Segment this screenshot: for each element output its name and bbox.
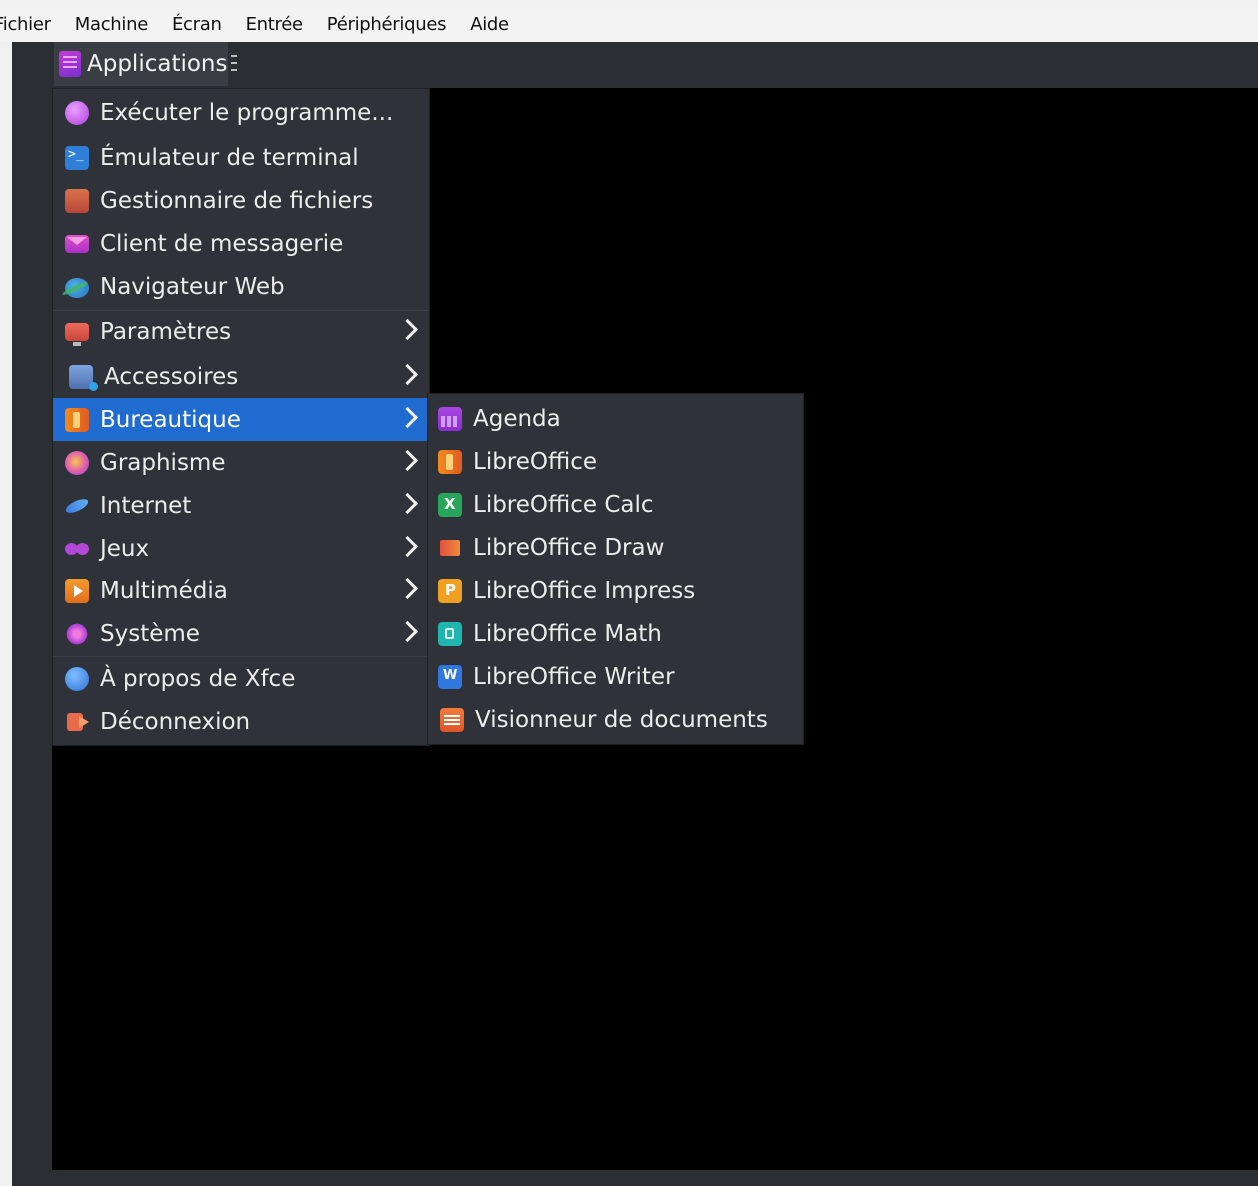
terminal-icon: [65, 145, 89, 170]
menu-item-terminal[interactable]: Émulateur de terminal: [53, 136, 429, 179]
system-icon: [65, 621, 89, 646]
chevron-right-icon: [396, 535, 419, 558]
menu-item-label: Déconnexion: [100, 708, 251, 735]
vm-menu-entree[interactable]: Entrée: [234, 8, 315, 42]
libreoffice-icon: [438, 449, 462, 474]
submenu-item-label: LibreOffice: [473, 448, 598, 475]
menu-item-label: Exécuter le programme...: [100, 99, 394, 126]
games-icon: [65, 537, 89, 561]
submenu-item-writer[interactable]: LibreOffice Writer: [428, 655, 803, 698]
menu-item-label: Paramètres: [100, 318, 232, 345]
submenu-item-calc[interactable]: LibreOffice Calc: [428, 483, 803, 526]
menu-item-internet[interactable]: Internet: [53, 484, 429, 527]
menu-item-logout[interactable]: Déconnexion: [53, 700, 429, 743]
panel-handle-icon[interactable]: [231, 53, 237, 73]
chevron-right-icon: [396, 449, 419, 472]
about-icon: [65, 666, 89, 691]
submenu-item-libreoffice[interactable]: LibreOffice: [428, 440, 803, 483]
submenu-item-math[interactable]: LibreOffice Math: [428, 612, 803, 655]
submenu-item-impress[interactable]: LibreOffice Impress: [428, 569, 803, 612]
submenu-item-label: LibreOffice Draw: [473, 534, 665, 561]
menu-item-accessoires[interactable]: Accessoires: [53, 355, 429, 398]
chevron-right-icon: [396, 406, 419, 429]
file-manager-icon: [65, 188, 89, 213]
submenu-item-label: Visionneur de documents: [475, 706, 768, 733]
multimedia-icon: [65, 578, 89, 603]
bureautique-submenu: Agenda LibreOffice LibreOffice Calc Libr…: [427, 393, 804, 745]
submenu-item-label: LibreOffice Impress: [473, 577, 696, 604]
menu-item-label: Bureautique: [100, 406, 241, 433]
menu-item-label: Internet: [100, 492, 192, 519]
menu-item-label: Jeux: [100, 535, 150, 562]
applications-menu: Exécuter le programme... Émulateur de te…: [52, 88, 430, 746]
submenu-item-label: LibreOffice Writer: [473, 663, 675, 690]
submenu-item-label: LibreOffice Calc: [473, 491, 654, 518]
vm-menu-aide[interactable]: Aide: [458, 8, 521, 42]
chevron-right-icon: [396, 620, 419, 643]
chevron-right-icon: [396, 492, 419, 515]
office-icon: [65, 407, 89, 432]
vm-menu-peripheriques[interactable]: Périphériques: [315, 8, 458, 42]
vm-menu-machine[interactable]: Machine: [63, 8, 160, 42]
chevron-right-icon: [396, 577, 419, 600]
accessories-icon: [69, 364, 98, 391]
web-browser-icon: [65, 277, 89, 298]
math-icon: [438, 621, 462, 646]
vm-menu-ecran[interactable]: Écran: [160, 8, 234, 42]
menu-item-systeme[interactable]: Système: [53, 612, 429, 655]
menu-item-web-browser[interactable]: Navigateur Web: [53, 265, 429, 308]
menu-item-label: Graphisme: [100, 449, 226, 476]
menu-item-file-manager[interactable]: Gestionnaire de fichiers: [53, 179, 429, 222]
menu-item-mail-client[interactable]: Client de messagerie: [53, 222, 429, 265]
menu-item-bureautique[interactable]: Bureautique: [53, 398, 429, 441]
menu-item-graphisme[interactable]: Graphisme: [53, 441, 429, 484]
submenu-item-draw[interactable]: LibreOffice Draw: [428, 526, 803, 569]
menu-item-jeux[interactable]: Jeux: [53, 527, 429, 570]
submenu-item-label: LibreOffice Math: [473, 620, 662, 647]
graphics-icon: [65, 450, 89, 475]
menu-item-run-program[interactable]: Exécuter le programme...: [53, 91, 429, 134]
impress-icon: [438, 578, 462, 603]
settings-icon: [65, 322, 89, 346]
menu-item-label: Accessoires: [104, 363, 239, 390]
applications-menu-button[interactable]: Applications: [54, 42, 228, 86]
vm-menu-fichier[interactable]: Fichier: [0, 8, 63, 42]
submenu-item-document-viewer[interactable]: Visionneur de documents: [428, 698, 803, 741]
chevron-right-icon: [396, 318, 419, 341]
internet-icon: [65, 494, 89, 518]
writer-icon: [438, 664, 462, 689]
menu-item-about-xfce[interactable]: À propos de Xfce: [53, 657, 429, 700]
logout-icon: [65, 710, 89, 734]
document-viewer-icon: [440, 707, 464, 732]
menu-item-multimedia[interactable]: Multimédia: [53, 569, 429, 612]
calc-icon: [438, 492, 462, 517]
submenu-item-label: Agenda: [473, 405, 561, 432]
menu-item-label: Navigateur Web: [100, 273, 285, 300]
calendar-icon: [438, 406, 462, 431]
menu-item-label: Client de messagerie: [100, 230, 344, 257]
menu-item-label: Multimédia: [100, 577, 228, 604]
applications-logo-icon: [59, 51, 81, 77]
mail-icon: [65, 234, 89, 253]
chevron-right-icon: [396, 363, 419, 386]
vm-menubar: Fichier Machine Écran Entrée Périphériqu…: [0, 8, 1258, 42]
applications-label: Applications: [87, 51, 228, 77]
menu-item-label: À propos de Xfce: [100, 665, 296, 692]
menu-item-label: Gestionnaire de fichiers: [100, 187, 374, 214]
submenu-item-agenda[interactable]: Agenda: [428, 397, 803, 440]
menu-item-label: Émulateur de terminal: [100, 144, 359, 171]
menu-item-parametres[interactable]: Paramètres: [53, 310, 429, 353]
draw-icon: [438, 536, 462, 560]
run-program-icon: [65, 100, 89, 125]
menu-item-label: Système: [100, 620, 200, 647]
